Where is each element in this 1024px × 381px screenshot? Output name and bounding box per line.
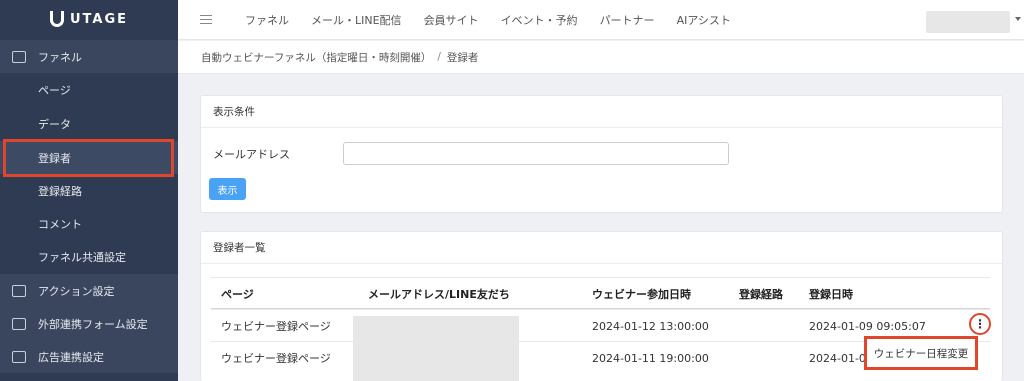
sidebar-item-funnel[interactable]: ファネル (0, 40, 178, 73)
email-label: メールアドレス (213, 147, 290, 161)
sidebar-item-label: 広告連携設定 (38, 350, 104, 364)
sidebar-item-label: コメント (38, 217, 82, 231)
sidebar-item-funnel-settings[interactable]: ファネル共通設定 (0, 240, 178, 273)
sidebar-item-ad-integration[interactable]: 広告連携設定 (0, 340, 178, 373)
row-webinar-at: 2024-01-12 13:00:00 (592, 319, 709, 333)
breadcrumb: 自動ウェビナーファネル（指定曜日・時刻開催） / 登録者 (178, 41, 1024, 74)
row-page: ウェビナー登録ページ (221, 352, 331, 365)
table-header: ページ メールアドレス/LINE友だち ウェビナー参加日時 登録経路 登録日時 (211, 277, 990, 309)
copy-icon (12, 50, 26, 63)
col-webinar-at: ウェビナー参加日時 (592, 288, 691, 301)
sidebar-item-pages[interactable]: ページ (0, 73, 178, 106)
sidebar-item-label: 外部連携フォーム設定 (38, 317, 148, 331)
row-webinar-at: 2024-01-11 19:00:00 (592, 351, 709, 365)
topnav-member-site[interactable]: 会員サイト (413, 12, 490, 28)
topnav-mail-line[interactable]: メール・LINE配信 (300, 12, 413, 28)
hamburger-menu-icon[interactable] (200, 15, 212, 24)
account-menu[interactable] (926, 11, 1010, 33)
masked-contact-cells (353, 316, 519, 381)
caret-down-icon[interactable] (1015, 17, 1021, 21)
highlight-box (3, 139, 174, 177)
topnav-ai-assist[interactable]: AIアシスト (666, 12, 742, 28)
filter-card: 表示条件 メールアドレス 表示 (200, 95, 1003, 213)
breadcrumb-current: 登録者 (446, 51, 479, 64)
sidebar-item-actions[interactable]: アクション設定 (0, 274, 178, 307)
topnav-partner[interactable]: パートナー (589, 12, 666, 28)
sidebar-item-label: 登録経路 (38, 184, 82, 198)
sidebar-item-label: アクション設定 (38, 284, 115, 298)
list-title: 登録者一覧 (201, 232, 1002, 264)
kebab-menu-button[interactable]: ⋮ (969, 313, 991, 335)
utage-logo-icon (49, 11, 64, 27)
reschedule-webinar-menu-item[interactable]: ウェビナー日程変更 (864, 336, 978, 370)
show-button[interactable]: 表示 (209, 178, 246, 200)
sidebar-item-label: ファネル (38, 50, 82, 64)
email-filter-row: メールアドレス (213, 142, 729, 165)
col-page: ページ (221, 288, 254, 301)
row-page: ウェビナー登録ページ (221, 320, 331, 333)
breadcrumb-separator: / (437, 51, 441, 63)
sidebar-item-routes[interactable]: 登録経路 (0, 174, 178, 207)
kebab-icon: ⋮ (974, 317, 986, 331)
sidebar-item-label: ページ (38, 83, 71, 97)
registrant-list-card: 登録者一覧 ページ メールアドレス/LINE友だち ウェビナー参加日時 登録経路… (200, 231, 1003, 381)
form-icon (12, 317, 26, 330)
top-navbar: ファネル メール・LINE配信 会員サイト イベント・予約 パートナー AIアシ… (178, 0, 1024, 40)
brand-logo[interactable]: UTAGE (0, 0, 178, 38)
sidebar-item-external-forms[interactable]: 外部連携フォーム設定 (0, 307, 178, 340)
breadcrumb-parent[interactable]: 自動ウェビナーファネル（指定曜日・時刻開催） (201, 50, 431, 65)
sidebar-item-label: ファネル共通設定 (38, 250, 126, 264)
col-route: 登録経路 (739, 288, 783, 301)
col-registered-at: 登録日時 (809, 288, 853, 301)
sidebar-item-data[interactable]: データ (0, 107, 178, 140)
col-contact: メールアドレス/LINE友だち (368, 288, 510, 301)
filter-title: 表示条件 (201, 96, 1002, 128)
brand-name: UTAGE (69, 11, 129, 27)
sidebar-item-comments[interactable]: コメント (0, 207, 178, 240)
top-nav-menu: ファネル メール・LINE配信 会員サイト イベント・予約 パートナー AIアシ… (234, 12, 742, 28)
checkbox-icon (12, 284, 26, 297)
sidebar-item-label: データ (38, 117, 71, 131)
megaphone-icon (12, 350, 26, 363)
email-field[interactable] (343, 142, 729, 165)
topnav-funnel[interactable]: ファネル (234, 12, 300, 28)
topnav-event[interactable]: イベント・予約 (490, 12, 589, 28)
sidebar: UTAGE ファネル ページ データ 登録者 登録経路 コメント ファネル共通設… (0, 0, 178, 381)
